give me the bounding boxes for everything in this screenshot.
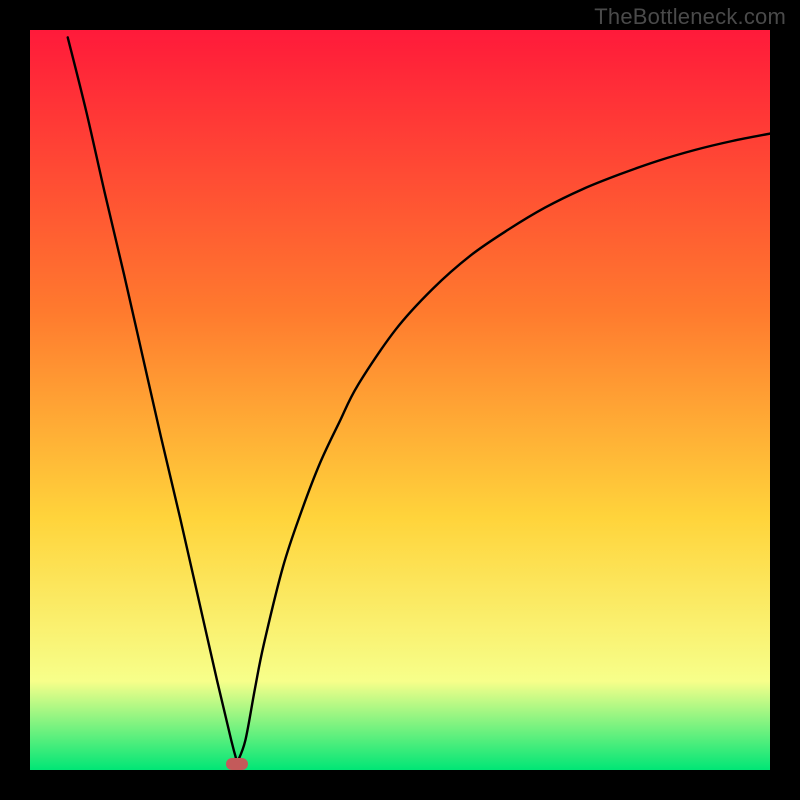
chart-frame: TheBottleneck.com: [0, 0, 800, 800]
heat-gradient: [30, 30, 770, 770]
bottleneck-plot: [30, 30, 770, 770]
watermark-text: TheBottleneck.com: [594, 4, 786, 30]
minimum-marker: [226, 758, 248, 770]
